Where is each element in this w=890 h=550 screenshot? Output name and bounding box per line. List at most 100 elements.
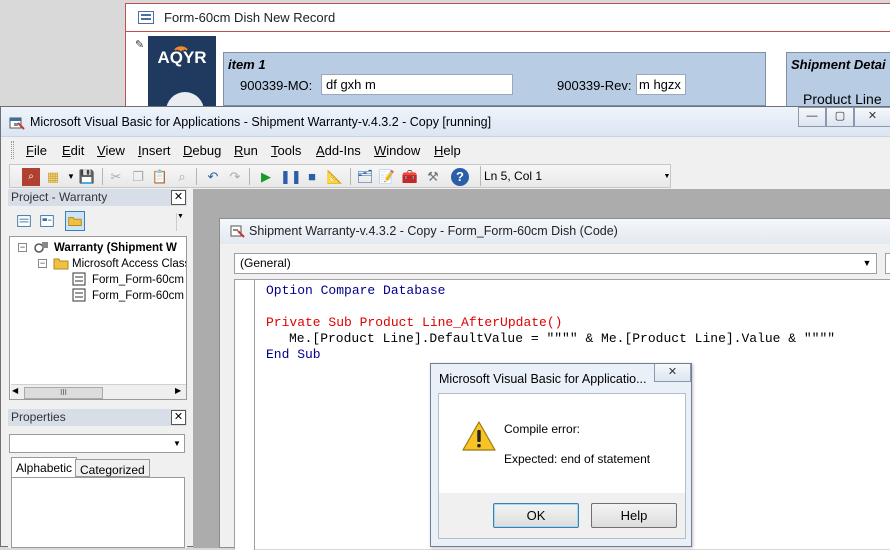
project-pane-close-button[interactable]: ✕ <box>171 190 186 205</box>
menu-help[interactable]: Help <box>434 143 461 158</box>
error-message-body: Expected: end of statement <box>504 452 651 466</box>
code-line-1[interactable]: Option Compare Database <box>266 283 445 298</box>
menu-run[interactable]: Run <box>234 143 258 158</box>
vba-window-title: Microsoft Visual Basic for Applications … <box>30 115 492 129</box>
menu-bar: File Edit View Insert Debug Run Tools Ad… <box>9 139 889 161</box>
dialog-body: Compile error: Expected: end of statemen… <box>438 393 686 539</box>
logo-text: AQYR <box>157 48 207 67</box>
maximize-button[interactable]: ▢ <box>826 107 854 127</box>
form-module-icon <box>72 288 86 302</box>
project-icon <box>34 242 48 253</box>
chevron-down-icon[interactable]: ▼ <box>170 436 184 451</box>
tree-item-form-module[interactable]: Form_Form-60cm D <box>92 290 186 302</box>
tree-collapse-icon[interactable]: − <box>38 259 47 268</box>
scroll-left-icon[interactable]: ◀ <box>12 386 18 395</box>
chevron-down-icon[interactable]: ▼ <box>860 256 874 271</box>
menu-file[interactable]: File <box>26 143 47 158</box>
project-explorer-icon[interactable]: 🗂 <box>356 168 374 186</box>
access-form-title: Form-60cm Dish New Record <box>164 10 336 25</box>
menu-tools[interactable]: Tools <box>271 143 301 158</box>
project-explorer-pane: Project - Warranty ✕ ▼ − Warranty (Shipm… <box>8 189 187 400</box>
break-icon[interactable]: ❚❚ <box>280 168 302 186</box>
paste-icon[interactable]: 📋 <box>151 168 169 186</box>
toolbar-overflow-icon[interactable]: ▼ <box>176 213 186 231</box>
tree-folder-class-objects[interactable]: Microsoft Access Class O <box>72 258 186 270</box>
view-access-icon[interactable]: ⌕ <box>22 168 40 186</box>
scroll-thumb[interactable]: III <box>24 387 103 399</box>
tab-alphabetic[interactable]: Alphabetic <box>11 457 78 478</box>
standard-toolbar: ⌕ ▦ ▼ 💾 ✂ ❐ 📋 ⌕ ↶ ↷ ▶ ❚❚ ■ 📐 🗂 📝 🧰 ⚒ ? L… <box>9 164 671 188</box>
properties-window-icon[interactable]: 📝 <box>378 168 396 186</box>
redo-icon[interactable]: ↷ <box>226 168 244 186</box>
procedure-select[interactable] <box>885 253 890 274</box>
save-icon[interactable]: 💾 <box>78 168 96 186</box>
properties-pane-close-button[interactable]: ✕ <box>171 410 186 425</box>
cursor-position: Ln 5, Col 1 <box>484 169 543 183</box>
vba-app-icon <box>9 117 25 130</box>
company-logo: AQYR <box>148 36 216 122</box>
access-form-body: ✎ AQYR item 1 900339-MO: df gxh m 900339… <box>126 31 890 122</box>
shipment-details-panel: Shipment Detai Product Line <box>786 52 890 112</box>
menu-add-ins[interactable]: Add-Ins <box>316 143 361 158</box>
tab-categorized[interactable]: Categorized <box>75 459 150 477</box>
access-form-titlebar[interactable]: Form-60cm Dish New Record <box>126 4 890 31</box>
properties-object-select[interactable]: ▼ <box>9 434 185 453</box>
project-pane-title: Project - Warranty <box>8 189 187 206</box>
toolbox-icon[interactable]: ⚒ <box>424 168 442 186</box>
code-line-5[interactable]: End Sub <box>266 347 321 362</box>
copy-icon[interactable]: ❐ <box>129 168 147 186</box>
menu-window[interactable]: Window <box>374 143 420 158</box>
item-panel: item 1 900339-MO: df gxh m 900339-Rev: m… <box>223 52 766 106</box>
object-browser-icon[interactable]: 🧰 <box>401 168 419 186</box>
project-horizontal-scrollbar[interactable]: ◀ III ▶ <box>11 384 186 399</box>
menu-edit[interactable]: Edit <box>62 143 84 158</box>
insert-module-icon[interactable]: ▦ <box>44 168 62 186</box>
cut-icon[interactable]: ✂ <box>107 168 125 186</box>
mo-input[interactable]: df gxh m <box>321 74 513 95</box>
ok-button[interactable]: OK <box>493 503 579 528</box>
code-line-4[interactable]: Me.[Product Line].DefaultValue = """" & … <box>266 331 835 346</box>
mo-label: 900339-MO: <box>240 78 313 93</box>
view-code-icon[interactable] <box>14 211 34 231</box>
tree-item-form-module[interactable]: Form_Form-60cm D <box>92 274 186 286</box>
form-icon <box>138 11 154 24</box>
vba-titlebar[interactable]: Microsoft Visual Basic for Applications … <box>1 107 890 137</box>
properties-grid <box>11 477 185 548</box>
tree-collapse-icon[interactable]: − <box>18 243 27 252</box>
help-button[interactable]: Help <box>591 503 677 528</box>
code-module-icon <box>230 225 245 238</box>
pencil-icon: ✎ <box>135 39 145 51</box>
menu-insert[interactable]: Insert <box>138 143 171 158</box>
item-panel-title: item 1 <box>228 57 266 72</box>
help-icon[interactable]: ? <box>451 168 469 186</box>
product-line-label: Product Line <box>803 91 882 107</box>
object-select[interactable]: (General) ▼ <box>234 253 877 274</box>
rev-label: 900339-Rev: <box>557 78 632 93</box>
error-message-title: Compile error: <box>504 422 581 436</box>
code-window-titlebar[interactable]: Shipment Warranty-v.4.3.2 - Copy - Form_… <box>220 219 890 244</box>
find-icon[interactable]: ⌕ <box>173 168 191 186</box>
design-mode-icon[interactable]: 📐 <box>326 168 344 186</box>
scroll-right-icon[interactable]: ▶ <box>175 386 181 395</box>
compile-error-dialog: Microsoft Visual Basic for Applicatio...… <box>430 363 692 547</box>
menu-debug[interactable]: Debug <box>183 143 221 158</box>
menu-view[interactable]: View <box>97 143 125 158</box>
tree-project-root[interactable]: Warranty (Shipment W <box>54 242 177 254</box>
toolbar-options-icon[interactable]: ▼ <box>662 168 672 186</box>
toggle-folders-icon[interactable] <box>65 211 85 231</box>
form-module-icon <box>72 272 86 286</box>
rev-input[interactable]: m hgzx <box>636 74 686 95</box>
view-object-icon[interactable] <box>37 211 57 231</box>
code-line-3-error[interactable]: Private Sub Product Line_AfterUpdate() <box>266 315 562 330</box>
close-button[interactable]: ✕ <box>854 107 890 127</box>
folder-icon <box>53 258 69 270</box>
dialog-title: Microsoft Visual Basic for Applicatio... <box>439 372 647 386</box>
access-form-window: Form-60cm Dish New Record ✎ AQYR item 1 … <box>125 3 890 122</box>
menu-grip-handle[interactable] <box>11 141 14 159</box>
run-icon[interactable]: ▶ <box>257 168 275 186</box>
code-margin-indicator-bar[interactable] <box>235 280 255 550</box>
dialog-close-button[interactable]: ✕ <box>654 364 691 382</box>
undo-icon[interactable]: ↶ <box>204 168 222 186</box>
minimize-button[interactable]: — <box>798 107 826 127</box>
reset-icon[interactable]: ■ <box>303 168 321 186</box>
